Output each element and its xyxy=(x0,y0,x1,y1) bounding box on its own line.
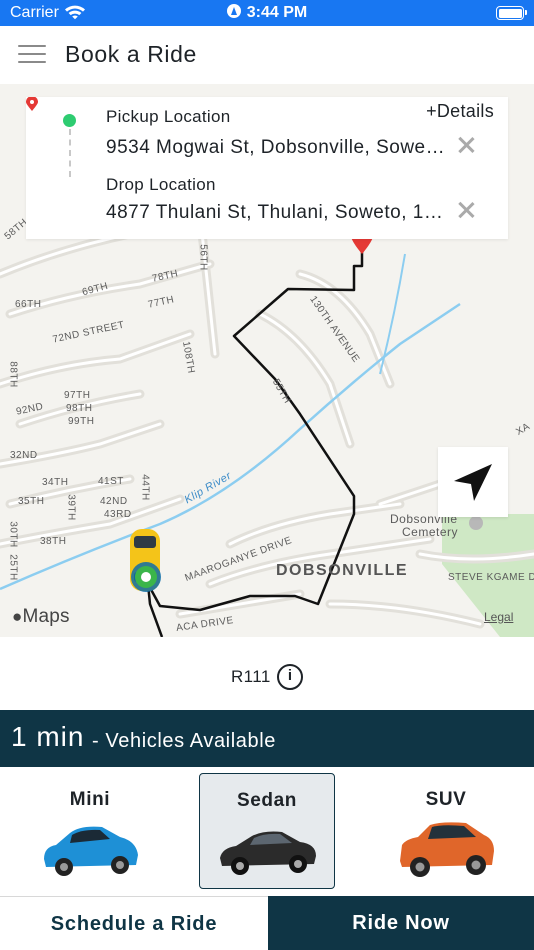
sedan-car-icon xyxy=(220,831,316,875)
eta-bar: 1 min - Vehicles Available xyxy=(0,710,534,767)
map-label: 97TH xyxy=(64,390,91,401)
clear-pickup-icon[interactable] xyxy=(456,135,476,155)
map-label: 43RD xyxy=(104,509,132,520)
map-label: 25TH xyxy=(7,554,19,581)
drop-label: Drop Location xyxy=(106,175,216,194)
road-name: R111 xyxy=(231,667,271,686)
apple-logo-icon: ● xyxy=(12,607,23,626)
map-label-cemetery: Cemetery xyxy=(402,525,459,539)
action-row: Schedule a Ride Ride Now xyxy=(0,896,534,950)
map-label: 98TH xyxy=(66,403,93,414)
map-label: 34TH xyxy=(42,477,69,488)
map-label: 99TH xyxy=(68,416,95,427)
vehicle-name: SUV xyxy=(425,789,467,810)
info-icon[interactable]: i xyxy=(277,664,303,690)
drop-pin-icon xyxy=(26,97,38,111)
battery-icon xyxy=(496,6,527,20)
vehicle-selector: Mini Sedan SUV xyxy=(0,767,534,896)
map-view[interactable]: 58TH 66TH 69TH 78TH 77TH 72ND STREET 56T… xyxy=(0,84,534,637)
clear-drop-icon[interactable] xyxy=(456,200,476,220)
route-connector xyxy=(69,129,71,177)
status-bar: Carrier 3:44 PM xyxy=(0,0,534,26)
drop-address-field[interactable]: 4877 Thulani St, Thulani, Soweto, 1874 xyxy=(106,202,449,224)
vehicle-option-mini[interactable]: Mini xyxy=(22,773,158,889)
location-arrow-icon xyxy=(226,4,241,18)
map-label: 66TH xyxy=(15,299,42,310)
map-label-steve-kgame: STEVE KGAME D xyxy=(448,572,534,583)
map-label: 38TH xyxy=(40,536,67,547)
status-time: 3:44 PM xyxy=(246,4,308,21)
hamburger-menu-icon[interactable] xyxy=(18,45,46,65)
map-label: 88TH xyxy=(7,361,19,388)
map-label-dobsonville: DOBSONVILLE xyxy=(276,562,409,579)
mini-car-icon xyxy=(44,826,138,876)
map-label: 32ND xyxy=(10,450,38,461)
map-label: 41ST xyxy=(98,476,124,487)
route-card: Pickup Location 9534 Mogwai St, Dobsonvi… xyxy=(26,97,508,239)
ride-now-button[interactable]: Ride Now xyxy=(268,896,534,950)
vehicle-name: Mini xyxy=(69,789,111,810)
map-label: 56TH xyxy=(197,244,209,271)
vehicle-option-suv[interactable]: SUV xyxy=(378,773,514,889)
schedule-ride-button[interactable]: Schedule a Ride xyxy=(0,896,268,950)
legal-link[interactable]: Legal xyxy=(484,610,513,624)
pickup-label: Pickup Location xyxy=(106,107,231,126)
page-title: Book a Ride xyxy=(65,41,197,67)
map-label: 35TH xyxy=(18,496,45,507)
navigation-arrow-icon xyxy=(454,464,492,501)
details-link[interactable]: +Details xyxy=(426,101,494,122)
recenter-button[interactable] xyxy=(438,447,508,517)
map-label: 39TH xyxy=(65,494,77,521)
nav-bar: Book a Ride xyxy=(0,26,534,84)
suv-car-icon xyxy=(400,822,494,877)
vehicle-name: Sedan xyxy=(236,790,298,811)
map-label: 44TH xyxy=(139,474,151,501)
map-label: 30TH xyxy=(7,521,19,548)
eta-text: - Vehicles Available xyxy=(92,730,276,752)
eta-value: 1 min xyxy=(11,721,85,752)
pickup-dot-icon xyxy=(63,114,76,127)
road-info-row: R111 i xyxy=(0,637,534,710)
pickup-address-field[interactable]: 9534 Mogwai St, Dobsonville, Soweto, 186… xyxy=(106,137,449,159)
maps-attribution: ●Maps xyxy=(12,606,70,627)
map-label: 42ND xyxy=(100,496,128,507)
vehicle-option-sedan[interactable]: Sedan xyxy=(199,773,335,889)
